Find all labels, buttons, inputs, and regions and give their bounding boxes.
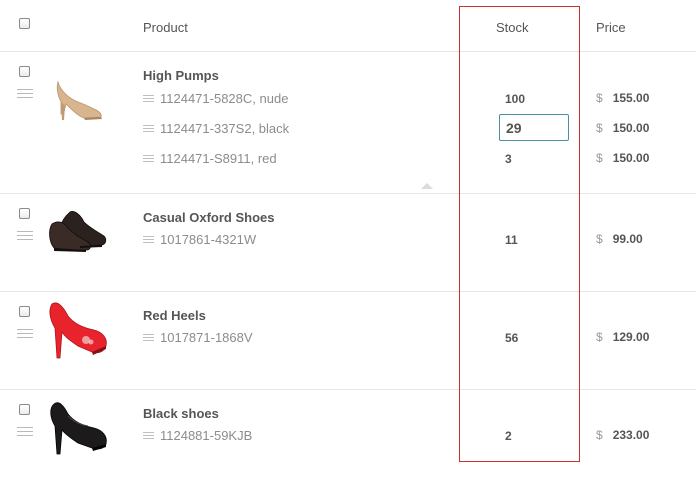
variant-sku: 1124471-5828C, nude [143,91,288,107]
stock-value[interactable]: 56 [505,330,518,346]
column-header-price[interactable]: Price [596,20,626,35]
table-row: High Pumps 1124471-5828C, nude 1124471-3… [0,52,696,194]
variant-sku: 1124471-337S2, black [143,121,289,137]
collapse-caret-icon[interactable] [421,183,433,189]
variant-sku: 1124881-59KJB [143,428,252,444]
variant-price: $150.00 [596,150,649,166]
currency-symbol: $ [596,232,603,246]
variant-drag-icon[interactable] [143,235,154,244]
row-checkbox[interactable] [19,306,30,317]
variant-drag-icon[interactable] [143,124,154,133]
nude-pump-shoe-icon [44,64,114,124]
table-row: Black shoes 1124881-59KJB 2 $233.00 [0,390,696,480]
price-amount[interactable]: 150.00 [613,151,650,165]
table-row: Casual Oxford Shoes 1017861-4321W 11 $99… [0,194,696,292]
select-all-checkbox[interactable] [19,18,30,29]
product-name[interactable]: Black shoes [143,406,219,421]
red-heel-shoe-icon [44,298,114,359]
currency-symbol: $ [596,151,603,165]
product-stock-table: Product Stock Price High Pumps 1124471-5… [0,0,696,481]
variant-price: $99.00 [596,231,643,247]
variant-drag-icon[interactable] [143,94,154,103]
drag-handle-icon[interactable] [17,427,33,437]
price-amount[interactable]: 129.00 [613,330,650,344]
variant-sku: 1017871-1868V [143,330,253,346]
variant-sku-text: 1124471-5828C, nude [160,91,289,106]
currency-symbol: $ [596,330,603,344]
variant-sku-text: 1124471-S8911, red [160,151,277,166]
stock-value[interactable]: 11 [505,232,518,248]
drag-handle-icon[interactable] [17,231,33,241]
stock-value[interactable]: 3 [505,151,512,167]
price-amount[interactable]: 233.00 [613,428,650,442]
variant-price: $155.00 [596,90,649,106]
stock-input[interactable] [499,114,569,141]
variant-drag-icon[interactable] [143,154,154,163]
variant-sku-text: 1017861-4321W [160,232,257,247]
price-amount[interactable]: 155.00 [613,91,650,105]
variant-sku: 1017861-4321W [143,232,256,248]
currency-symbol: $ [596,428,603,442]
drag-handle-icon[interactable] [17,329,33,339]
product-name[interactable]: High Pumps [143,68,219,83]
table-header: Product Stock Price [0,0,696,52]
drag-handle-icon[interactable] [17,89,33,99]
row-checkbox[interactable] [19,208,30,219]
variant-drag-icon[interactable] [143,333,154,342]
row-checkbox[interactable] [19,404,30,415]
column-header-product[interactable]: Product [143,20,188,35]
price-amount[interactable]: 99.00 [613,232,643,246]
table-row: Red Heels 1017871-1868V 56 $129.00 [0,292,696,390]
stock-value[interactable]: 2 [505,428,512,444]
row-checkbox[interactable] [19,66,30,77]
variant-sku-text: 1124471-337S2, black [160,121,290,136]
currency-symbol: $ [596,91,603,105]
product-name[interactable]: Red Heels [143,308,206,323]
variant-sku-text: 1017871-1868V [160,330,253,345]
price-amount[interactable]: 150.00 [613,121,650,135]
column-header-stock[interactable]: Stock [496,20,529,35]
currency-symbol: $ [596,121,603,135]
variant-sku: 1124471-S8911, red [143,151,277,167]
black-heel-shoe-icon [44,398,114,458]
stock-value[interactable]: 100 [505,91,525,107]
variant-sku-text: 1124881-59KJB [160,428,253,443]
variant-price: $129.00 [596,329,649,345]
variant-price: $150.00 [596,120,649,136]
variant-price: $233.00 [596,427,649,443]
product-name[interactable]: Casual Oxford Shoes [143,210,274,225]
variant-drag-icon[interactable] [143,431,154,440]
oxford-shoe-icon [44,202,114,262]
